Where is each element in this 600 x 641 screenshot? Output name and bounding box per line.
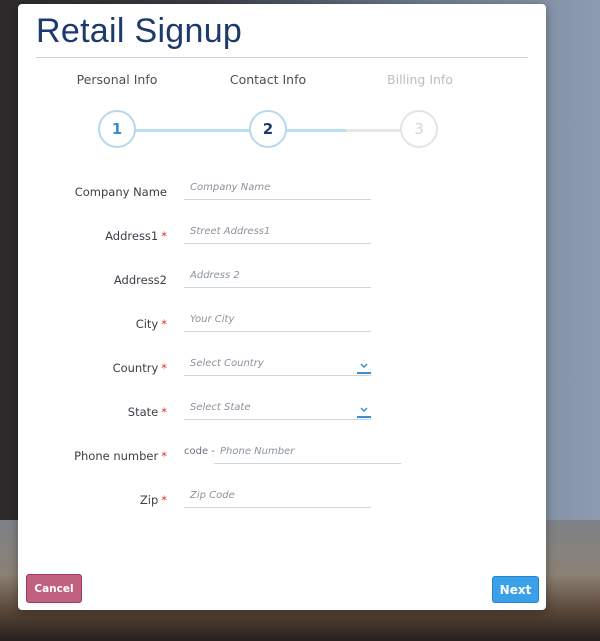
cancel-button[interactable]: Cancel [26,574,82,603]
required-marker: * [161,317,167,331]
company-name-input[interactable] [190,177,360,197]
step-circle-2[interactable]: 2 [249,110,287,148]
phone-number-input[interactable] [220,441,390,461]
state-label: State * [127,405,167,419]
city-input[interactable] [190,309,360,329]
address2-field [184,265,371,288]
step-connector-2-3-remaining [346,129,402,132]
address2-label: Address2 [113,273,167,287]
step-label-billing-info: Billing Info [387,72,453,87]
address1-field [184,221,371,244]
country-label: Country * [112,361,167,375]
phone-code-label: code - [184,446,215,457]
city-field [184,309,371,332]
title-divider [36,57,528,58]
company-name-field [184,177,371,200]
page-title: Retail Signup [36,12,243,50]
state-select[interactable] [184,397,371,420]
step-label-contact-info: Contact Info [229,72,307,87]
address2-input[interactable] [190,265,360,285]
chevron-down-icon[interactable] [357,358,371,374]
step-circle-1[interactable]: 1 [98,110,136,148]
required-marker: * [161,405,167,419]
country-select-value[interactable] [190,353,360,373]
step-circle-3: 3 [400,110,438,148]
zip-label: Zip * [139,493,167,507]
chevron-down-icon[interactable] [357,402,371,418]
step-connector-2-3-progress [286,129,346,132]
required-marker: * [161,449,167,463]
state-select-value[interactable] [190,397,360,417]
step-connector-1-2 [134,129,252,132]
step-label-personal-info: Personal Info [76,72,158,87]
company-name-label: Company Name [74,185,167,199]
phone-number-field [214,441,401,464]
phone-number-label: Phone number * [74,449,167,463]
signup-modal: Retail Signup Personal Info Contact Info… [18,4,546,610]
country-select[interactable] [184,353,371,376]
required-marker: * [161,361,167,375]
zip-field [184,485,371,508]
address1-input[interactable] [190,221,360,241]
zip-input[interactable] [190,485,360,505]
required-marker: * [161,229,167,243]
address1-label: Address1 * [105,229,167,243]
next-button[interactable]: Next [492,576,539,603]
required-marker: * [161,493,167,507]
city-label: City * [135,317,167,331]
